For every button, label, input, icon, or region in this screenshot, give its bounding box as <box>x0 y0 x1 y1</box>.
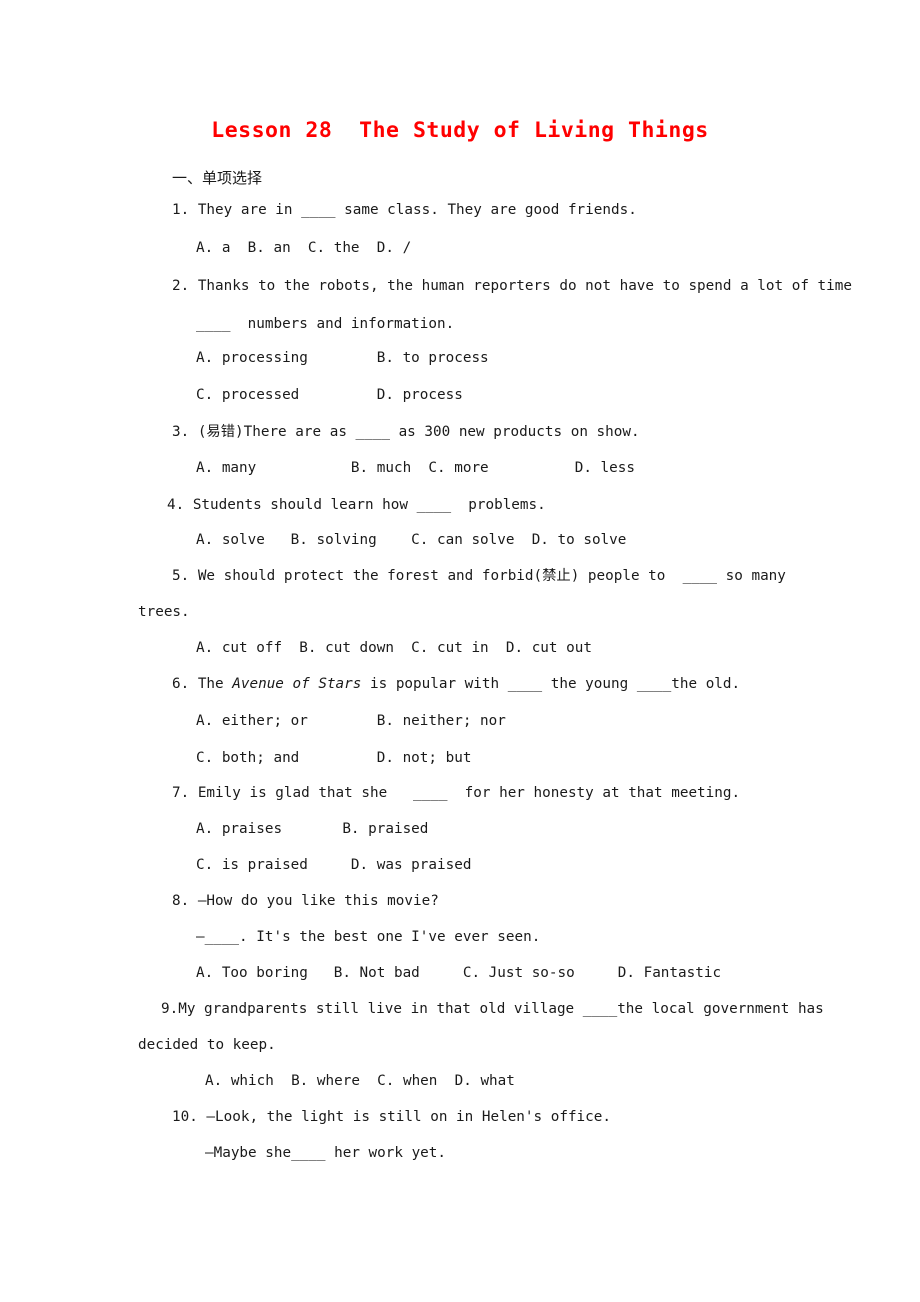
section-heading-single-choice: 一、单项选择 <box>172 169 263 187</box>
page-title: Lesson 28 The Study of Living Things <box>211 118 709 143</box>
question-2-options-ab: A. processing B. to process <box>196 350 489 366</box>
question-6-stem-post: is popular with ____ the young ____the o… <box>361 676 741 692</box>
question-5-stem: 5. We should protect the forest and forb… <box>172 568 786 584</box>
question-5-options: A. cut off B. cut down C. cut in D. cut … <box>196 640 592 656</box>
question-2-options-cd: C. processed D. process <box>196 387 463 403</box>
question-4-stem: 4. Students should learn how ____ proble… <box>167 497 546 513</box>
question-9-stem-continuation: decided to keep. <box>138 1037 276 1053</box>
question-6-stem: 6. The Avenue of Stars is popular with _… <box>172 676 741 693</box>
question-9-options: A. which B. where C. when D. what <box>205 1073 515 1089</box>
question-2-stem-continuation: ____ numbers and information. <box>196 316 455 332</box>
question-8-stem-continuation: —____. It's the best one I've ever seen. <box>196 929 541 945</box>
question-8-options: A. Too boring B. Not bad C. Just so-so D… <box>196 965 722 981</box>
question-5-stem-continuation: trees. <box>138 604 190 620</box>
question-7-options-ab: A. praises B. praised <box>196 821 429 837</box>
question-10-stem: 10. —Look, the light is still on in Hele… <box>172 1109 611 1125</box>
question-6-options-ab: A. either; or B. neither; nor <box>196 713 506 729</box>
question-4-options: A. solve B. solving C. can solve D. to s… <box>196 532 627 548</box>
question-6-stem-pre: 6. The <box>172 676 233 692</box>
question-7-stem: 7. Emily is glad that she ____ for her h… <box>172 785 741 801</box>
question-3-stem: 3. (易错)There are as ____ as 300 new prod… <box>172 424 640 440</box>
question-7-options-cd: C. is praised D. was praised <box>196 857 472 873</box>
question-6-title-italic: Avenue of Stars <box>232 676 362 692</box>
question-1-stem: 1. They are in ____ same class. They are… <box>172 202 637 218</box>
question-10-stem-continuation: —Maybe she____ her work yet. <box>205 1145 447 1161</box>
document-page: Lesson 28 The Study of Living Things 一、单… <box>0 0 920 1302</box>
question-1-options: A. a B. an C. the D. / <box>196 240 412 256</box>
question-3-options: A. many B. much C. more D. less <box>196 460 635 476</box>
question-8-stem: 8. —How do you like this movie? <box>172 893 439 909</box>
question-6-options-cd: C. both; and D. not; but <box>196 750 472 766</box>
question-9-stem: 9.My grandparents still live in that old… <box>161 1001 824 1017</box>
question-2-stem: 2. Thanks to the robots, the human repor… <box>172 278 852 294</box>
